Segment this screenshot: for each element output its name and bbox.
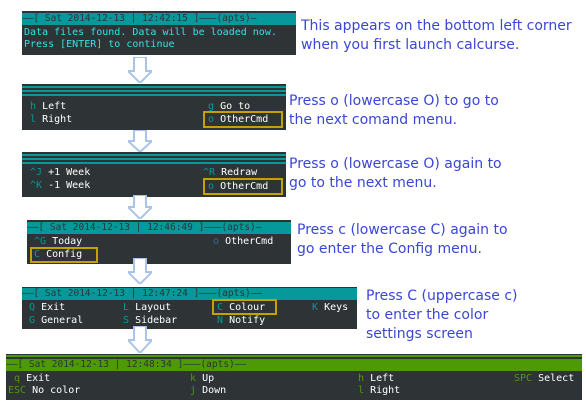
down-arrow-icon <box>128 326 152 353</box>
config-item-exit[interactable]: Q Exit <box>29 302 65 314</box>
menu-item-config[interactable]: C Config <box>34 249 82 261</box>
config-menu: ——[ Sat 2014-12-13 | 12:47:24 ]———(apts)… <box>22 287 357 329</box>
load-message: Data files found. Data will be loaded no… <box>24 27 277 38</box>
menu-item-minus-week[interactable]: ^K -1 Week <box>30 180 90 192</box>
color-item-select[interactable]: SPC Select <box>514 373 574 385</box>
color-settings-screen: ——[ Sat 2014-12-13 | 12:48:34 ]———(apts)… <box>6 354 582 400</box>
menu-item-plus-week[interactable]: ^J +1 Week <box>30 167 90 179</box>
menu-item-othercmd[interactable]: o OtherCmd <box>213 236 273 248</box>
command-menu-1: h Left l Right g Go to o OtherCmd <box>22 84 286 130</box>
down-arrow-icon <box>128 57 152 83</box>
color-item-no-color[interactable]: ESC No color <box>8 385 80 397</box>
menu-item-right[interactable]: l Right <box>30 114 72 126</box>
menu-item-othercmd[interactable]: o OtherCmd <box>208 181 268 193</box>
menu-item-left[interactable]: h Left <box>30 101 66 113</box>
status-header: ——[ Sat 2014-12-13 | 12:42:15 ]———(apts)… <box>22 13 296 25</box>
color-item-up[interactable]: k Up <box>190 373 214 385</box>
note-startup: This appears on the bottom left corner w… <box>301 18 572 53</box>
config-item-layout[interactable]: L Layout <box>123 302 171 314</box>
config-item-general[interactable]: G General <box>29 315 83 327</box>
calcurse-startup-screen: ——[ Sat 2014-12-13 | 12:42:15 ]———(apts)… <box>22 11 296 55</box>
color-item-exit[interactable]: q Exit <box>14 373 50 385</box>
command-menu-3: ——[ Sat 2014-12-13 | 12:46:49 ]———(apts)… <box>27 220 291 264</box>
command-menu-2: ^J +1 Week ^K -1 Week ^R Redraw o OtherC… <box>22 152 286 197</box>
config-item-notify[interactable]: N Notify <box>217 315 265 327</box>
status-header: ——[ Sat 2014-12-13 | 12:46:49 ]———(apts)… <box>27 222 291 234</box>
note-othercmd-2: Press o (lowercase O) again to go to the… <box>289 156 502 191</box>
status-header: ——[ Sat 2014-12-13 | 12:47:24 ]———(apts)… <box>22 288 357 300</box>
color-item-down[interactable]: j Down <box>190 385 226 397</box>
down-arrow-icon <box>128 258 152 284</box>
config-item-colour[interactable]: C Colour <box>217 302 265 314</box>
config-item-keys[interactable]: K Keys <box>312 302 348 314</box>
note-config: Press c (lowercase C) again to go enter … <box>297 222 508 257</box>
note-colour: Press C (uppercase c) to enter the color… <box>366 288 518 342</box>
status-header: ——[ Sat 2014-12-13 | 12:48:34 ]———(apts)… <box>6 359 582 371</box>
note-othercmd-1: Press o (lowercase O) to go to the next … <box>289 93 499 128</box>
enter-prompt: Press [ENTER] to continue <box>24 39 175 50</box>
color-item-right[interactable]: l Right <box>358 385 400 397</box>
down-arrow-icon <box>128 130 152 152</box>
color-item-left[interactable]: h Left <box>358 373 394 385</box>
down-arrow-icon <box>128 195 152 219</box>
menu-item-othercmd[interactable]: o OtherCmd <box>208 114 268 126</box>
